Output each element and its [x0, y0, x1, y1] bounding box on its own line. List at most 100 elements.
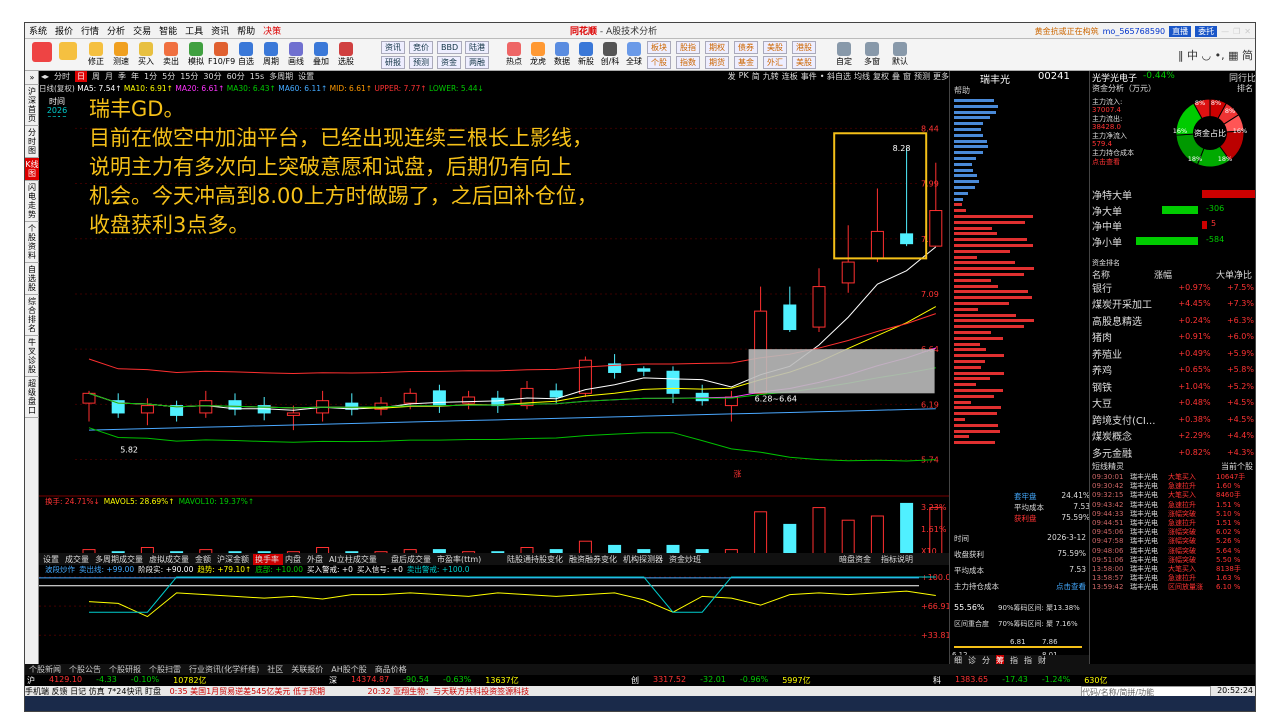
vol-tab-8[interactable]: 外盘 — [307, 554, 323, 564]
news-tab-6[interactable]: 关联报价 — [291, 665, 323, 674]
period-0[interactable]: 分时 — [54, 71, 70, 82]
menu-item-8[interactable]: 帮助 — [237, 24, 255, 37]
vol-tab-right-0[interactable]: 暗盘资金 — [839, 554, 871, 564]
period-10[interactable]: 60分 — [227, 71, 245, 82]
nav-item-8[interactable]: 超级盘口 — [25, 377, 39, 418]
period-right-9[interactable]: 叠 — [892, 71, 900, 82]
help-link[interactable]: 帮助 — [954, 85, 970, 96]
period-right-0[interactable]: 发 — [728, 71, 736, 82]
nav-item-0[interactable]: 沪深首页 — [25, 85, 39, 126]
menu-item-3[interactable]: 分析 — [107, 24, 125, 37]
sector-row[interactable]: 多元金融 +0.82% +4.3% — [1090, 444, 1255, 461]
period-5[interactable]: 年 — [131, 71, 139, 82]
nav-item-5[interactable]: 自选股 — [25, 263, 39, 295]
menu-item-5[interactable]: 智能 — [159, 24, 177, 37]
toolbar-button-7[interactable]: 周期 — [258, 41, 284, 69]
menu-item-2[interactable]: 行情 — [81, 24, 99, 37]
news-tab-0[interactable]: 个股新闻 — [29, 665, 61, 674]
candle-body[interactable] — [900, 233, 914, 245]
status-news-2[interactable]: 20:32 亚翔生物：与天联方共科投资签源科技 — [368, 687, 530, 696]
candle-body[interactable] — [637, 368, 651, 372]
period-9[interactable]: 30分 — [203, 71, 221, 82]
menu-item-1[interactable]: 报价 — [55, 24, 73, 37]
vol-tab-5[interactable]: 沪深金额 — [217, 554, 249, 564]
nav-item-4[interactable]: 个股资料 — [25, 222, 39, 263]
news-tab-5[interactable]: 社区 — [267, 665, 283, 674]
candle-body[interactable] — [783, 304, 797, 331]
nav-item-7[interactable]: 牛叉诊股 — [25, 336, 39, 377]
market-3[interactable]: 债券 — [734, 41, 758, 54]
nav-item-2[interactable]: K线图 — [25, 158, 39, 181]
menu-item-9[interactable]: 决策 — [263, 24, 281, 37]
candle-body[interactable] — [929, 210, 943, 247]
link2-0[interactable]: 研报 — [381, 56, 405, 69]
vol-tab-6[interactable]: 换手率 — [255, 554, 279, 564]
layout-button-0[interactable]: 自定 — [831, 41, 857, 69]
market2-4[interactable]: 外汇 — [763, 56, 787, 69]
sector-row[interactable]: 煤炭概念 +2.29% +4.4% — [1090, 428, 1255, 445]
toolbar-button-4[interactable]: 模拟 — [183, 41, 209, 69]
index-group-0[interactable]: 沪 4129.10 -4.33 -0.10% 10782亿 — [27, 675, 327, 686]
market-5[interactable]: 港股 — [792, 41, 816, 54]
market2-0[interactable]: 个股 — [647, 56, 671, 69]
link2-2[interactable]: 资金 — [437, 56, 461, 69]
more-button-0[interactable]: 热点 — [501, 41, 527, 69]
index-group-1[interactable]: 深 14374.87 -90.54 -0.63% 13637亿 — [329, 675, 629, 686]
link-竞价[interactable]: 竞价 — [409, 41, 433, 54]
period-12[interactable]: 多周期 — [269, 71, 293, 82]
toolbar-button-6[interactable]: 自选 — [233, 41, 259, 69]
candle-body[interactable] — [140, 405, 154, 414]
toolbar-button-10[interactable]: 选股 — [333, 41, 359, 69]
vol-tab-3[interactable]: 虚拟成交量 — [149, 554, 189, 564]
sector-row[interactable]: 高股息精选 +0.24% +6.3% — [1090, 312, 1255, 329]
more-button-5[interactable]: 全球 — [621, 41, 647, 69]
nav-item-6[interactable]: 综合排名 — [25, 295, 39, 336]
menu-item-0[interactable]: 系统 — [29, 24, 47, 37]
market2-1[interactable]: 指数 — [676, 56, 700, 69]
nav-expand-icon[interactable]: » — [25, 71, 39, 85]
vol-tab-7[interactable]: 内盘 — [285, 554, 301, 564]
news-tab-4[interactable]: 行业资讯(化学纤维) — [189, 665, 259, 674]
toolbar-button-3[interactable]: 卖出 — [158, 41, 184, 69]
volume-bar[interactable] — [900, 502, 914, 559]
status-watch[interactable]: 盯盘 — [145, 687, 161, 696]
volume-bar[interactable] — [841, 519, 855, 559]
status-mobile[interactable]: 手机端 — [25, 687, 49, 696]
period-8[interactable]: 15分 — [180, 71, 198, 82]
more-button-3[interactable]: 新股 — [573, 41, 599, 69]
period-6[interactable]: 1分 — [144, 71, 157, 82]
period-2[interactable]: 周 — [92, 71, 100, 82]
candle-body[interactable] — [549, 390, 563, 398]
market-4[interactable]: 美股 — [763, 41, 787, 54]
link-陆港[interactable]: 陆港 — [465, 41, 489, 54]
candle-body[interactable] — [403, 392, 417, 404]
candle-body[interactable] — [286, 412, 300, 416]
menu-item-6[interactable]: 工具 — [185, 24, 203, 37]
candle-body[interactable] — [199, 400, 213, 414]
vol-tab-0[interactable]: 设置 — [43, 554, 59, 564]
period-right-1[interactable]: PK — [739, 71, 749, 82]
candle-body[interactable] — [666, 370, 680, 394]
candle-body[interactable] — [870, 230, 884, 259]
sprite-filter[interactable]: 当前个股 — [1221, 461, 1253, 472]
vol-tab-4[interactable]: 金额 — [195, 554, 211, 564]
back-icon[interactable] — [55, 41, 81, 69]
trade-button[interactable]: 委托 — [1195, 25, 1218, 37]
toolbar-button-0[interactable]: 修正 — [83, 41, 109, 69]
username[interactable]: mo_565768590 — [1103, 27, 1166, 36]
restore-icon[interactable]: ❐ — [1233, 27, 1240, 36]
toolbar-button-2[interactable]: 买入 — [133, 41, 159, 69]
period-right-10[interactable]: 窗 — [903, 71, 911, 82]
period-13[interactable]: 设置 — [298, 71, 314, 82]
market-2[interactable]: 期权 — [705, 41, 729, 54]
period-11[interactable]: 15s — [250, 72, 264, 81]
news-tab-1[interactable]: 个股公告 — [69, 665, 101, 674]
vol-tab-2[interactable]: 多周期成交量 — [95, 554, 143, 564]
candle-body[interactable] — [111, 400, 125, 414]
period-right-7[interactable]: 均线 — [854, 71, 870, 82]
index-group-2[interactable]: 创 3317.52 -32.01 -0.96% 5997亿 — [631, 675, 931, 686]
ime-toolbar[interactable]: ‖ 中 ◡ •, ▦ 简 — [1178, 47, 1253, 63]
vol-tab-10[interactable]: 盘后成交量 — [391, 554, 431, 564]
minimize-icon[interactable]: — — [1221, 27, 1229, 36]
period-right-4[interactable]: 连板 — [782, 71, 798, 82]
